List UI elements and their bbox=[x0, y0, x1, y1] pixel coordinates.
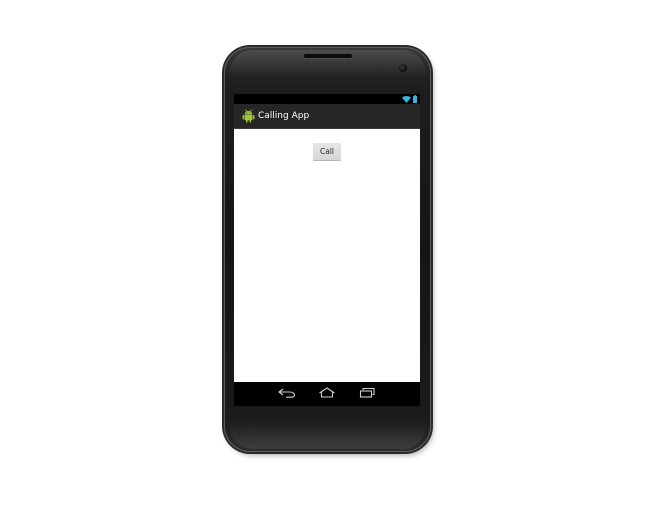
status-icons bbox=[402, 95, 417, 103]
android-robot-icon[interactable] bbox=[240, 108, 256, 124]
earpiece-speaker bbox=[304, 54, 352, 58]
recents-button[interactable] bbox=[347, 383, 387, 405]
back-button[interactable] bbox=[267, 383, 307, 405]
action-bar: Calling App bbox=[234, 104, 420, 129]
recent-apps-icon bbox=[358, 385, 376, 403]
home-button[interactable] bbox=[307, 383, 347, 405]
phone-bottom-sheen bbox=[230, 419, 425, 449]
navigation-bar bbox=[234, 382, 420, 406]
content-area: Call bbox=[234, 129, 420, 382]
front-camera bbox=[399, 64, 407, 72]
status-bar bbox=[234, 94, 420, 104]
back-arrow-icon bbox=[278, 385, 296, 403]
home-icon bbox=[318, 385, 336, 403]
device-screen: Calling App Call bbox=[234, 94, 420, 406]
call-button[interactable]: Call bbox=[313, 143, 341, 161]
app-title: Calling App bbox=[258, 111, 310, 121]
stage: Calling App Call bbox=[0, 0, 658, 509]
